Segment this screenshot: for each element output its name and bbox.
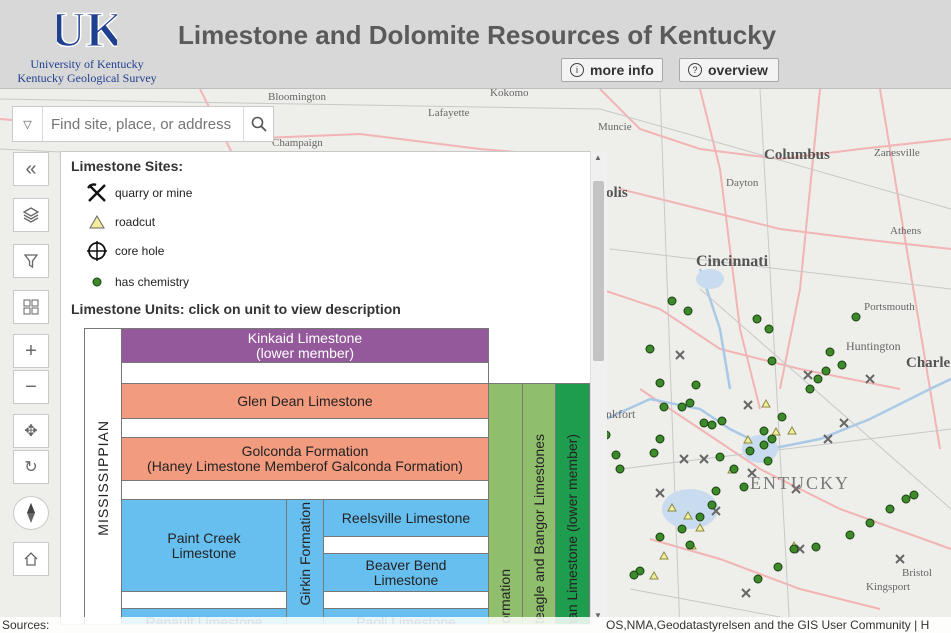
basemap-gallery-button[interactable] (13, 290, 49, 324)
compass-button[interactable] (13, 496, 49, 530)
map-label-lafayette: Lafayette (428, 107, 470, 119)
search-input[interactable] (43, 114, 243, 134)
search-button[interactable] (243, 107, 273, 141)
map-label-kokomo: Kokomo (490, 89, 529, 99)
search-bar: ▽ (12, 106, 274, 142)
search-icon (251, 116, 267, 132)
zoom-in-button[interactable]: + (13, 334, 49, 368)
triangle-icon (89, 215, 105, 229)
uk-logo-icon: UK (49, 0, 126, 58)
logo-survey: Kentucky Geological Survey (17, 71, 157, 85)
home-icon (24, 552, 38, 566)
unit-reelsville[interactable]: Reelsville Limestone (323, 499, 489, 537)
map-label-portsmouth: Portsmouth (864, 301, 915, 313)
unit-gap-2 (121, 418, 489, 438)
plus-icon: + (25, 339, 37, 362)
map-label-bristol: Bristol (902, 567, 932, 579)
map-label-cincinnati: Cincinnati (696, 253, 769, 270)
minus-icon: − (25, 375, 37, 398)
reset-view-button[interactable]: ↻ (13, 450, 49, 484)
double-chevron-left-icon: « (25, 157, 37, 180)
unit-girkin-label: Girkin Formation (296, 502, 313, 606)
unit-lower-member-label: man Limestone (lower member) (564, 434, 580, 625)
legend-label-chemistry: has chemistry (115, 275, 190, 289)
unit-gap-6 (323, 591, 489, 609)
unit-formation-column[interactable]: Formation (488, 383, 523, 624)
rotate-icon: ↻ (24, 459, 38, 476)
sources-label: Sources: (2, 618, 50, 632)
move-icon: ✥ (24, 423, 38, 440)
app-header: UK University of Kentucky Kentucky Geolo… (0, 0, 951, 89)
legend-scrollbar[interactable]: ▲ ▼ (590, 151, 607, 625)
map-label-kingsport: Kingsport (866, 581, 910, 593)
attribution-bar: Sources: OS,NMA,Geodatastyrelsen and the… (0, 617, 951, 633)
page-title: Limestone and Dolomite Resources of Kent… (178, 20, 777, 50)
legend-item-roadcut: roadcut (85, 211, 155, 233)
filter-icon (23, 254, 39, 269)
map-label-columbus: Columbus (764, 147, 830, 163)
unit-bangor-column[interactable]: nteagle and Bangor Limestones (522, 383, 556, 625)
legend-label-roadcut: roadcut (115, 215, 156, 229)
legend-item-chemistry: has chemistry (85, 271, 189, 293)
zoom-out-button[interactable]: − (13, 370, 49, 404)
pick-axe-icon (87, 183, 106, 202)
legend-label-core-hole: core hole (115, 244, 165, 258)
period-label: MISSISSIPPIAN (94, 420, 111, 536)
map-label-dayton: Dayton (726, 177, 759, 189)
legend-item-quarry: quarry or mine (85, 182, 192, 204)
more-info-button[interactable]: i more info (561, 58, 663, 82)
map-label-huntington: Huntington (846, 339, 901, 353)
unit-glen-dean[interactable]: Glen Dean Limestone (121, 383, 489, 419)
logo-mark-text: UK (57, 2, 117, 52)
unit-beaver-bend[interactable]: Beaver Bend Limestone (323, 553, 489, 592)
unit-gap-4 (121, 591, 287, 609)
more-info-label: more info (590, 62, 654, 78)
home-button[interactable] (13, 542, 49, 576)
overview-button[interactable]: ? overview (679, 58, 779, 82)
compass-icon (27, 503, 35, 523)
map-label-athens: Athens (890, 225, 922, 237)
layers-icon (22, 207, 40, 223)
map-label-charleston: Charle (906, 355, 951, 371)
map-label-kentucky: ENTUCKY (750, 473, 850, 493)
period-column: MISSISSIPPIAN (84, 328, 122, 624)
unit-golconda[interactable]: Golconda Formation (Haney Limestone Memb… (121, 437, 489, 481)
legend-panel: Limestone Sites: quarry or mine roadcut … (60, 151, 606, 625)
unit-bangor-label: nteagle and Bangor Limestones (530, 434, 547, 625)
unit-paint-creek[interactable]: Paint Creek Limestone (121, 499, 287, 592)
legend-scroll-thumb[interactable] (593, 181, 604, 361)
grid-icon (23, 299, 39, 315)
help-icon: ? (688, 63, 702, 77)
overview-label: overview (708, 62, 768, 78)
unit-lower-member-column[interactable]: man Limestone (lower member) (555, 383, 590, 625)
map-label-polis: olis (606, 185, 628, 201)
collapse-legend-button[interactable]: « (13, 152, 49, 186)
unit-gap-3 (121, 480, 489, 500)
unit-kinkaid[interactable]: Kinkaid Limestone (lower member) (121, 328, 489, 363)
legend-label-quarry: quarry or mine (115, 186, 193, 200)
crosshair-icon (87, 241, 107, 261)
map-label-bloomington: Bloomington (268, 91, 327, 103)
filter-button[interactable] (13, 244, 49, 278)
map-label-zanesville: Zanesville (874, 147, 920, 159)
unit-gap-5 (323, 536, 489, 554)
search-source-dropdown[interactable]: ▽ (13, 107, 43, 141)
units-title: Limestone Units: click on unit to view d… (71, 301, 401, 317)
map-label-muncie: Muncie (598, 121, 632, 133)
green-dot-icon (92, 277, 102, 287)
unit-gap-1 (121, 362, 489, 384)
unit-girkin[interactable]: Girkin Formation (286, 499, 324, 624)
map-label-champaign: Champaign (272, 137, 323, 149)
logo-university: University of Kentucky (30, 57, 144, 71)
attribution-text: OS,NMA,Geodatastyrelsen and the GIS User… (606, 618, 930, 632)
pan-button[interactable]: ✥ (13, 414, 49, 448)
info-icon: i (570, 63, 584, 77)
chevron-down-icon: ▽ (23, 118, 32, 131)
sites-title: Limestone Sites: (71, 158, 184, 174)
legend-item-core-hole: core hole (85, 240, 164, 262)
map-label-frankfort: nkfort (606, 407, 636, 421)
scroll-up-icon: ▲ (594, 153, 602, 162)
layers-button[interactable] (13, 198, 49, 232)
uk-logo[interactable]: UK University of Kentucky Kentucky Geolo… (8, 0, 166, 86)
